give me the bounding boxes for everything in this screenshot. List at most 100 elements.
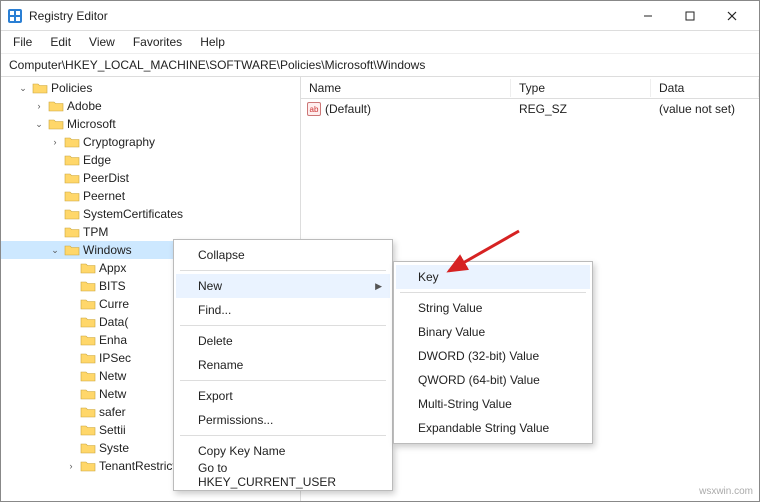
tree-label: Edge bbox=[83, 153, 111, 167]
tree-item[interactable]: › Adobe bbox=[1, 97, 300, 115]
folder-icon bbox=[64, 135, 80, 149]
ctx-new-qword[interactable]: QWORD (64-bit) Value bbox=[396, 368, 590, 392]
string-value-icon: ab bbox=[307, 102, 321, 116]
close-button[interactable] bbox=[711, 2, 753, 30]
tree-item[interactable]: SystemCertificates bbox=[1, 205, 300, 223]
tree-label: Curre bbox=[99, 297, 129, 311]
folder-icon bbox=[80, 423, 96, 437]
folder-icon bbox=[80, 261, 96, 275]
list-header: Name Type Data bbox=[301, 77, 759, 99]
app-icon bbox=[7, 8, 23, 24]
folder-icon bbox=[80, 315, 96, 329]
ctx-new-dword[interactable]: DWORD (32-bit) Value bbox=[396, 344, 590, 368]
context-menu: Collapse New▶ Find... Delete Rename Expo… bbox=[173, 239, 393, 491]
col-header-data[interactable]: Data bbox=[651, 79, 759, 97]
value-data: (value not set) bbox=[651, 102, 759, 116]
folder-icon bbox=[48, 117, 64, 131]
tree-label: Adobe bbox=[67, 99, 102, 113]
ctx-permissions[interactable]: Permissions... bbox=[176, 408, 390, 432]
tree-label: Enha bbox=[99, 333, 127, 347]
tree-label: safer bbox=[99, 405, 126, 419]
separator bbox=[400, 292, 586, 293]
ctx-copy-key-name[interactable]: Copy Key Name bbox=[176, 439, 390, 463]
folder-icon bbox=[64, 171, 80, 185]
tree-label: Settii bbox=[99, 423, 126, 437]
folder-icon bbox=[80, 441, 96, 455]
tree-label: PeerDist bbox=[83, 171, 129, 185]
context-submenu-new: Key String Value Binary Value DWORD (32-… bbox=[393, 261, 593, 444]
folder-icon bbox=[80, 297, 96, 311]
ctx-find[interactable]: Find... bbox=[176, 298, 390, 322]
collapse-icon[interactable]: › bbox=[65, 461, 77, 471]
ctx-collapse[interactable]: Collapse bbox=[176, 243, 390, 267]
folder-icon bbox=[64, 225, 80, 239]
separator bbox=[180, 435, 386, 436]
col-header-name[interactable]: Name bbox=[301, 79, 511, 97]
tree-item[interactable]: ⌄ Microsoft bbox=[1, 115, 300, 133]
value-name: (Default) bbox=[325, 102, 371, 116]
tree-label: Windows bbox=[83, 243, 132, 257]
tree-label: Netw bbox=[99, 369, 126, 383]
tree-label: BITS bbox=[99, 279, 126, 293]
tree-label: Syste bbox=[99, 441, 129, 455]
maximize-button[interactable] bbox=[669, 2, 711, 30]
ctx-new-multi-string[interactable]: Multi-String Value bbox=[396, 392, 590, 416]
tree-item[interactable]: ⌄ Policies bbox=[1, 79, 300, 97]
menu-view[interactable]: View bbox=[81, 33, 123, 51]
tree-label: Netw bbox=[99, 387, 126, 401]
tree-label: Microsoft bbox=[67, 117, 116, 131]
tree-label: Cryptography bbox=[83, 135, 155, 149]
ctx-delete[interactable]: Delete bbox=[176, 329, 390, 353]
chevron-right-icon: ▶ bbox=[375, 281, 382, 292]
tree-label: Policies bbox=[51, 81, 92, 95]
tree-label: Peernet bbox=[83, 189, 125, 203]
tree-label: SystemCertificates bbox=[83, 207, 183, 221]
ctx-new-key[interactable]: Key bbox=[396, 265, 590, 289]
title-bar: Registry Editor bbox=[1, 1, 759, 31]
watermark: wsxwin.com bbox=[699, 486, 753, 497]
menu-bar: File Edit View Favorites Help bbox=[1, 31, 759, 53]
list-row[interactable]: ab (Default) REG_SZ (value not set) bbox=[301, 99, 759, 119]
address-bar[interactable]: Computer\HKEY_LOCAL_MACHINE\SOFTWARE\Pol… bbox=[1, 53, 759, 77]
ctx-new-expand-string[interactable]: Expandable String Value bbox=[396, 416, 590, 440]
ctx-export[interactable]: Export bbox=[176, 384, 390, 408]
tree-item[interactable]: Peernet bbox=[1, 187, 300, 205]
ctx-goto-hkcu[interactable]: Go to HKEY_CURRENT_USER bbox=[176, 463, 390, 487]
collapse-icon[interactable]: › bbox=[33, 101, 45, 111]
folder-icon bbox=[32, 81, 48, 95]
separator bbox=[180, 270, 386, 271]
col-header-type[interactable]: Type bbox=[511, 79, 651, 97]
folder-icon bbox=[64, 189, 80, 203]
folder-icon bbox=[64, 207, 80, 221]
expand-icon[interactable]: ⌄ bbox=[49, 245, 61, 256]
tree-label: IPSec bbox=[99, 351, 131, 365]
expand-icon[interactable]: ⌄ bbox=[17, 83, 29, 94]
folder-icon bbox=[64, 243, 80, 257]
folder-icon bbox=[64, 153, 80, 167]
ctx-new-string[interactable]: String Value bbox=[396, 296, 590, 320]
tree-item[interactable]: › Cryptography bbox=[1, 133, 300, 151]
window-controls bbox=[627, 2, 753, 30]
ctx-new-binary[interactable]: Binary Value bbox=[396, 320, 590, 344]
tree-label: TPM bbox=[83, 225, 108, 239]
tree-item[interactable]: Edge bbox=[1, 151, 300, 169]
menu-edit[interactable]: Edit bbox=[42, 33, 79, 51]
folder-icon bbox=[80, 351, 96, 365]
folder-icon bbox=[80, 279, 96, 293]
collapse-icon[interactable]: › bbox=[49, 137, 61, 147]
tree-label: Data( bbox=[99, 315, 128, 329]
separator bbox=[180, 380, 386, 381]
menu-favorites[interactable]: Favorites bbox=[125, 33, 190, 51]
ctx-rename[interactable]: Rename bbox=[176, 353, 390, 377]
ctx-new[interactable]: New▶ bbox=[176, 274, 390, 298]
menu-file[interactable]: File bbox=[5, 33, 40, 51]
expand-icon[interactable]: ⌄ bbox=[33, 119, 45, 130]
folder-icon bbox=[80, 387, 96, 401]
folder-icon bbox=[80, 369, 96, 383]
menu-help[interactable]: Help bbox=[192, 33, 233, 51]
tree-label: Appx bbox=[99, 261, 126, 275]
minimize-button[interactable] bbox=[627, 2, 669, 30]
tree-item[interactable]: PeerDist bbox=[1, 169, 300, 187]
address-path: Computer\HKEY_LOCAL_MACHINE\SOFTWARE\Pol… bbox=[9, 58, 425, 72]
folder-icon bbox=[48, 99, 64, 113]
